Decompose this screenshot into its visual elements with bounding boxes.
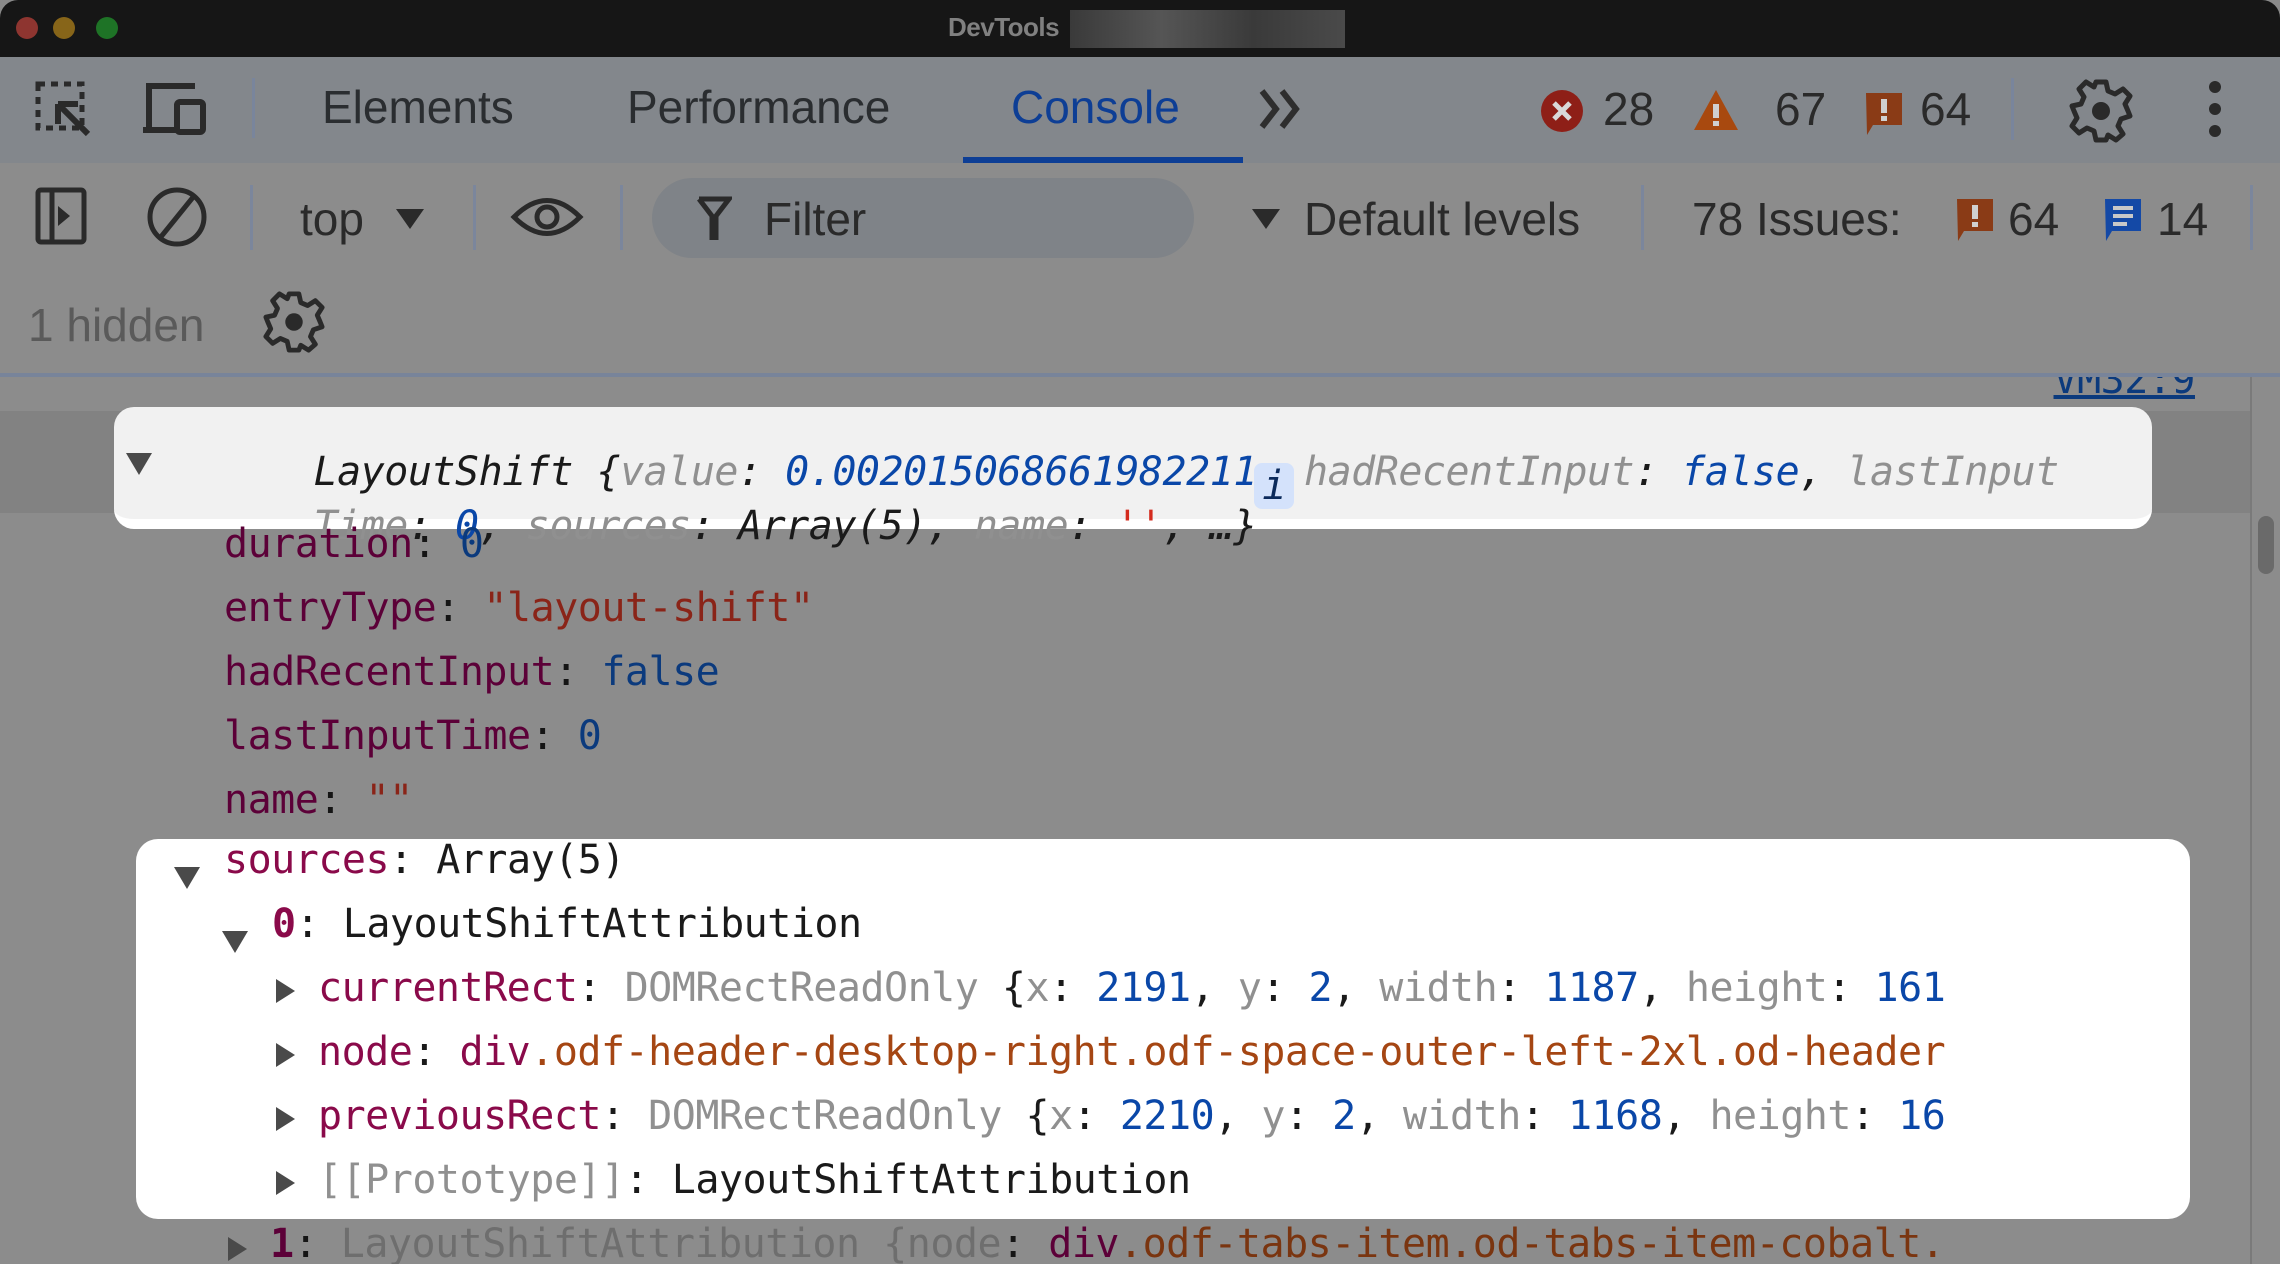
property-duration: duration: 0 bbox=[224, 521, 484, 567]
toolbar-divider bbox=[473, 185, 476, 250]
console-settings-gear-icon[interactable] bbox=[262, 290, 326, 354]
current-rect-row[interactable]: currentRect: DOMRectReadOnly {x: 2191, y… bbox=[318, 965, 1946, 1011]
node-row[interactable]: node: div.odf-header-desktop-right.odf-s… bbox=[318, 1029, 1946, 1075]
issues-label[interactable]: 78 Issues: bbox=[1692, 192, 1902, 246]
expand-arrow-down-icon[interactable] bbox=[126, 453, 152, 475]
expand-arrow-down-icon[interactable] bbox=[174, 867, 200, 889]
property-entrytype: entryType: "layout-shift" bbox=[224, 585, 814, 631]
settings-gear-icon[interactable] bbox=[2068, 78, 2134, 144]
hidden-messages-count: 1 hidden bbox=[28, 299, 205, 351]
window-titlebar: DevTools bbox=[0, 0, 2280, 57]
device-toolbar-icon[interactable] bbox=[143, 80, 211, 136]
info-badge[interactable]: i bbox=[1254, 463, 1294, 509]
sources-expanded-panel: sources: Array(5) 0: LayoutShiftAttribut… bbox=[136, 837, 2190, 1219]
layoutshift-summary[interactable]: LayoutShift {value: 0.002015068661982211… bbox=[114, 407, 2152, 549]
property-name: name: "" bbox=[224, 777, 413, 823]
warning-count[interactable]: 67 bbox=[1775, 82, 1826, 136]
maximize-window-button[interactable] bbox=[96, 17, 118, 39]
expand-arrow-down-icon[interactable] bbox=[222, 931, 248, 953]
filter-input[interactable]: Filter bbox=[652, 178, 1194, 258]
dropdown-triangle-icon[interactable] bbox=[394, 207, 426, 231]
toolbar-divider bbox=[1641, 185, 1644, 250]
tab-performance[interactable]: Performance bbox=[627, 80, 890, 134]
property-hadrecentinput: hadRecentInput: false bbox=[224, 649, 720, 695]
chevron-double-right-icon[interactable] bbox=[1258, 88, 1308, 130]
source-link[interactable]: VM32:9 bbox=[2054, 377, 2196, 403]
console-scrollbar[interactable] bbox=[2250, 377, 2280, 1264]
issue-info-icon[interactable] bbox=[2102, 196, 2144, 242]
issue-icon[interactable] bbox=[1863, 90, 1905, 136]
expand-arrow-right-icon[interactable] bbox=[276, 1171, 295, 1195]
log-levels-selector[interactable]: Default levels bbox=[1304, 192, 1580, 246]
scrollbar-thumb[interactable] bbox=[2258, 516, 2274, 574]
issue-warning-icon[interactable] bbox=[1954, 196, 1996, 242]
expand-arrow-right-icon[interactable] bbox=[228, 1237, 247, 1261]
toolbar-divider bbox=[252, 78, 255, 138]
context-selector[interactable]: top bbox=[300, 192, 364, 246]
source-item-0[interactable]: 0: LayoutShiftAttribution bbox=[272, 901, 862, 947]
toolbar-divider bbox=[250, 185, 253, 250]
toolbar-divider bbox=[620, 185, 623, 250]
minimize-window-button[interactable] bbox=[53, 17, 75, 39]
window-title: DevTools bbox=[948, 12, 1060, 42]
redacted-title-region bbox=[1070, 10, 1345, 48]
previous-rect-row[interactable]: previousRect: DOMRectReadOnly {x: 2210, … bbox=[318, 1093, 1946, 1139]
levels-dropdown-icon[interactable] bbox=[1250, 207, 1282, 231]
toolbar-divider bbox=[2011, 78, 2014, 140]
filter-placeholder: Filter bbox=[764, 193, 867, 245]
clear-console-icon[interactable] bbox=[144, 184, 210, 250]
filter-funnel-icon bbox=[697, 196, 732, 240]
prototype-row[interactable]: [[Prototype]]: LayoutShiftAttribution bbox=[318, 1157, 1191, 1203]
issues-warning-count[interactable]: 64 bbox=[2008, 192, 2059, 246]
inspect-element-icon[interactable] bbox=[34, 80, 94, 138]
tab-console[interactable]: Console bbox=[1011, 80, 1180, 134]
more-options-icon[interactable] bbox=[2204, 80, 2226, 138]
issue-count[interactable]: 64 bbox=[1920, 82, 1971, 136]
sidebar-toggle-icon[interactable] bbox=[34, 186, 94, 248]
expand-arrow-right-icon[interactable] bbox=[276, 979, 295, 1003]
source-item-1[interactable]: 1: LayoutShiftAttribution {node: div.odf… bbox=[270, 1221, 1945, 1264]
warning-icon[interactable] bbox=[1692, 88, 1740, 132]
console-output: CLS update: 0.002015068661982211 VM32:9 … bbox=[0, 377, 2255, 1264]
property-lastinputtime: lastInputTime: 0 bbox=[224, 713, 602, 759]
expand-arrow-right-icon[interactable] bbox=[276, 1107, 295, 1131]
close-window-button[interactable] bbox=[16, 17, 38, 39]
tab-elements[interactable]: Elements bbox=[322, 80, 514, 134]
issues-info-count[interactable]: 14 bbox=[2157, 192, 2208, 246]
sources-row[interactable]: sources: Array(5) bbox=[224, 837, 625, 883]
error-count[interactable]: 28 bbox=[1603, 82, 1654, 136]
toolbar-divider bbox=[2250, 185, 2253, 250]
expand-arrow-right-icon[interactable] bbox=[276, 1043, 295, 1067]
error-icon[interactable] bbox=[1540, 88, 1584, 134]
live-expression-eye-icon[interactable] bbox=[510, 192, 584, 242]
